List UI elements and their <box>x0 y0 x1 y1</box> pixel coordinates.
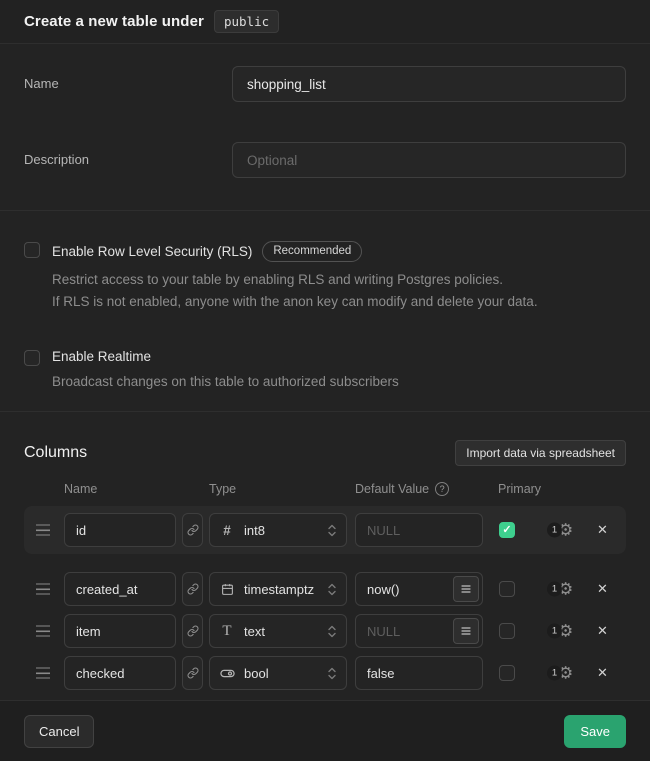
column-row: timestamptz 1 ⚙ ✕ <box>0 568 650 610</box>
type-label: bool <box>244 666 269 681</box>
link-icon <box>187 667 199 679</box>
schema-badge: public <box>214 10 279 33</box>
import-spreadsheet-button[interactable]: Import data via spreadsheet <box>455 440 626 466</box>
foreign-key-link-button[interactable] <box>182 513 203 547</box>
table-name-input[interactable] <box>232 66 626 102</box>
rls-group: Enable Row Level Security (RLS) Recommen… <box>24 241 626 313</box>
remove-column-button[interactable]: ✕ <box>595 663 610 683</box>
security-section: Enable Row Level Security (RLS) Recommen… <box>0 211 650 412</box>
list-icon <box>460 583 472 595</box>
check-icon: ✓ <box>502 525 511 536</box>
toggle-icon <box>220 666 235 681</box>
header-default-value: Default Value <box>355 482 429 496</box>
foreign-key-link-button[interactable] <box>182 614 203 648</box>
settings-count-badge: 1 <box>547 624 562 639</box>
column-settings-button[interactable]: 1 ⚙ <box>547 623 573 640</box>
column-type-select[interactable]: # int8 <box>209 513 347 547</box>
header-primary: Primary <box>498 482 541 496</box>
column-rows: # int8 ✓ 1 ⚙ ✕ time <box>0 506 650 694</box>
remove-column-button[interactable]: ✕ <box>595 621 610 641</box>
cancel-button[interactable]: Cancel <box>24 715 94 748</box>
columns-section: Columns Import data via spreadsheet Name… <box>0 412 650 700</box>
drag-handle-icon[interactable] <box>36 668 50 679</box>
rls-label: Enable Row Level Security (RLS) <box>52 244 252 259</box>
column-settings-button[interactable]: 1 ⚙ <box>547 665 573 682</box>
type-label: text <box>244 624 265 639</box>
chevron-updown-icon <box>327 666 337 681</box>
column-name-input[interactable] <box>64 656 176 690</box>
type-icon: # <box>219 523 235 538</box>
remove-column-button[interactable]: ✕ <box>595 520 610 540</box>
link-icon <box>187 524 199 536</box>
column-row: T text 1 ⚙ ✕ <box>0 610 650 652</box>
help-icon[interactable]: ? <box>435 482 449 496</box>
chevron-updown-icon <box>327 523 337 538</box>
table-description-input[interactable] <box>232 142 626 178</box>
settings-count-badge: 1 <box>547 582 562 597</box>
foreign-key-link-button[interactable] <box>182 656 203 690</box>
description-label: Description <box>24 142 232 178</box>
rls-checkbox[interactable] <box>24 242 40 258</box>
column-table-headers: Name Type Default Value? Primary <box>0 482 650 500</box>
description-field-row: Description <box>24 142 626 178</box>
foreign-key-link-button[interactable] <box>182 572 203 606</box>
default-value-menu-button[interactable] <box>453 576 479 602</box>
name-field-row: Name <box>24 66 626 102</box>
text-icon: T <box>222 623 231 640</box>
primary-checkbox[interactable] <box>499 665 515 681</box>
type-icon: T <box>219 623 235 640</box>
header-name: Name <box>64 482 97 496</box>
realtime-description: Broadcast changes on this table to autho… <box>52 371 626 393</box>
default-value-input[interactable] <box>355 513 483 547</box>
column-name-input[interactable] <box>64 614 176 648</box>
name-label: Name <box>24 66 232 102</box>
drag-handle-icon[interactable] <box>36 626 50 637</box>
hash-icon: # <box>223 523 231 538</box>
primary-checkbox[interactable] <box>499 581 515 597</box>
type-label: int8 <box>244 523 265 538</box>
modal-header: Create a new table under public <box>0 0 650 44</box>
default-value-menu-button[interactable] <box>453 618 479 644</box>
primary-checkbox[interactable]: ✓ <box>499 522 515 538</box>
column-settings-button[interactable]: 1 ⚙ <box>547 522 573 539</box>
list-icon <box>460 625 472 637</box>
drag-handle-icon[interactable] <box>36 525 50 536</box>
drag-handle-icon[interactable] <box>36 584 50 595</box>
type-icon <box>219 666 235 681</box>
calendar-icon <box>221 583 234 596</box>
default-value-input[interactable] <box>355 656 483 690</box>
rls-description-line1: Restrict access to your table by enablin… <box>52 269 626 291</box>
link-icon <box>187 583 199 595</box>
settings-count-badge: 1 <box>547 523 562 538</box>
type-icon <box>219 583 235 596</box>
chevron-updown-icon <box>327 582 337 597</box>
save-button[interactable]: Save <box>564 715 626 748</box>
modal-title: Create a new table under <box>24 13 204 30</box>
settings-count-badge: 1 <box>547 666 562 681</box>
column-name-input[interactable] <box>64 572 176 606</box>
type-label: timestamptz <box>244 582 314 597</box>
general-section: Name Description <box>0 44 650 211</box>
realtime-group: Enable Realtime Broadcast changes on thi… <box>24 349 626 393</box>
column-name-input[interactable] <box>64 513 176 547</box>
column-settings-button[interactable]: 1 ⚙ <box>547 581 573 598</box>
primary-checkbox[interactable] <box>499 623 515 639</box>
realtime-label: Enable Realtime <box>52 349 151 364</box>
column-type-select[interactable]: timestamptz <box>209 572 347 606</box>
header-type: Type <box>209 482 236 496</box>
remove-column-button[interactable]: ✕ <box>595 579 610 599</box>
column-row: bool 1 ⚙ ✕ <box>0 652 650 694</box>
column-type-select[interactable]: bool <box>209 656 347 690</box>
realtime-checkbox[interactable] <box>24 350 40 366</box>
create-table-modal: Create a new table under public Name Des… <box>0 0 650 761</box>
modal-footer: Cancel Save <box>0 700 650 761</box>
column-row: # int8 ✓ 1 ⚙ ✕ <box>0 506 650 554</box>
columns-heading: Columns <box>24 444 87 462</box>
rls-description-line2: If RLS is not enabled, anyone with the a… <box>52 291 626 313</box>
column-type-select[interactable]: T text <box>209 614 347 648</box>
chevron-updown-icon <box>327 624 337 639</box>
link-icon <box>187 625 199 637</box>
recommended-badge: Recommended <box>262 241 362 262</box>
